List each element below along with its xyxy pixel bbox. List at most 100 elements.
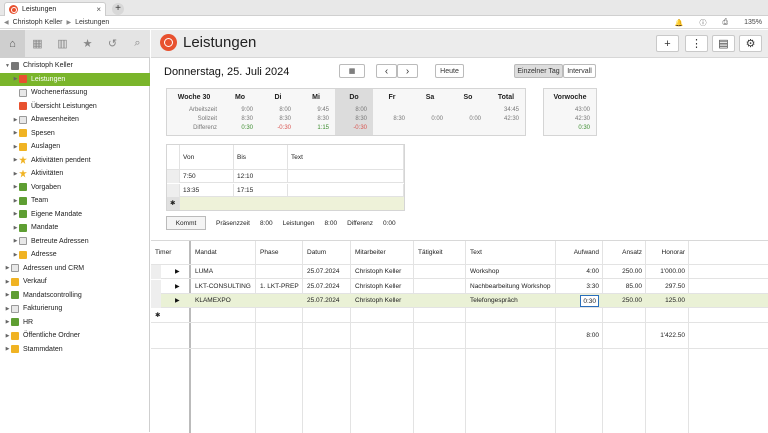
calendar-icon[interactable]: ▦ — [25, 30, 50, 58]
breadcrumb-item[interactable]: Christoph Keller — [13, 19, 63, 26]
expand-arrow-icon[interactable]: ▶ — [12, 144, 19, 150]
grid-header-cell[interactable]: Honorar — [662, 241, 685, 265]
time-cell[interactable]: 12:10 — [234, 170, 288, 183]
grid-header-cell[interactable]: Text — [470, 241, 482, 265]
play-timer-icon[interactable]: ▶ — [175, 294, 180, 308]
expand-arrow-icon[interactable]: ▶ — [4, 306, 11, 312]
tree-item[interactable]: ▶ Fakturierung — [0, 302, 150, 315]
time-cell[interactable] — [288, 183, 404, 197]
row-selector[interactable] — [167, 183, 180, 197]
expand-arrow-icon[interactable]: ▶ — [12, 171, 19, 177]
tree-item[interactable]: ▶ Verkauf — [0, 275, 150, 288]
info-icon[interactable]: ⓘ — [699, 18, 706, 28]
bell-icon[interactable]: 🔔 — [675, 19, 684, 27]
expand-arrow-icon[interactable]: ▶ — [4, 292, 11, 298]
grid-header-cell[interactable]: Mandat — [195, 241, 217, 265]
grid-cell-mitarbeiter[interactable]: Christoph Keller — [355, 280, 401, 294]
row-selector[interactable] — [151, 279, 161, 294]
close-tab-icon[interactable]: × — [96, 5, 101, 14]
grid-cell-honorar[interactable]: 297.50 — [665, 280, 685, 294]
grid-cell-text[interactable]: Workshop — [470, 265, 499, 279]
new-tab-button[interactable]: + — [112, 3, 124, 15]
expand-arrow-icon[interactable]: ▶ — [12, 184, 19, 190]
tree-item[interactable]: ▶ Team — [0, 194, 150, 207]
breadcrumb-item[interactable]: Leistungen — [75, 19, 109, 26]
row-selector[interactable] — [151, 265, 161, 279]
tree-item[interactable]: ▶ Abwesenheiten — [0, 113, 150, 126]
expand-arrow-icon[interactable]: ▶ — [12, 76, 19, 82]
history-icon[interactable]: ↺ — [100, 30, 125, 58]
tree-item[interactable]: Übersicht Leistungen — [0, 100, 150, 113]
print-icon[interactable]: ⎙ — [722, 19, 728, 27]
time-cell[interactable]: 13:35 — [180, 183, 234, 197]
kommt-button[interactable]: Kommt — [166, 216, 206, 230]
grid-cell-mandat[interactable]: LKT-CONSULTING — [195, 280, 251, 294]
grid-cell-ansatz[interactable]: 250.00 — [622, 294, 642, 308]
expand-arrow-icon[interactable]: ▶ — [12, 157, 19, 163]
grid-cell-text[interactable]: Telefongespräch — [470, 294, 518, 308]
grid-cell-text[interactable]: Nachbearbeitung Workshop — [470, 280, 550, 294]
tree-item[interactable]: ▶ Öffentliche Ordner — [0, 329, 150, 342]
interval-toggle[interactable]: Intervall — [563, 64, 596, 78]
chart-icon[interactable]: ▥ — [50, 30, 75, 58]
grid-cell-mitarbeiter[interactable]: Christoph Keller — [355, 265, 401, 279]
expand-arrow-icon[interactable]: ▶ — [4, 333, 11, 339]
grid-row[interactable]: ▶ LKT-CONSULTING 1. LKT-PREP 25.07.2024 Chri… — [151, 279, 768, 294]
time-cell[interactable]: 7:50 — [180, 170, 234, 183]
grid-cell-phase[interactable]: 1. LKT-PREP — [260, 280, 299, 294]
time-entry-row[interactable]: 7:50 12:10 — [167, 170, 404, 183]
grid-cell-mandat[interactable]: KLAMEXPO — [195, 294, 231, 308]
tree-item[interactable]: ▶ Auslagen — [0, 140, 150, 153]
star-icon[interactable]: ★ — [75, 30, 100, 58]
play-timer-icon[interactable]: ▶ — [175, 280, 180, 294]
tree-item[interactable]: ▶ Spesen — [0, 127, 150, 140]
expand-arrow-icon[interactable]: ▶ — [12, 238, 19, 244]
grid-cell-datum[interactable]: 25.07.2024 — [307, 280, 340, 294]
grid-cell-aufwand[interactable]: 4:00 — [586, 265, 599, 279]
expand-arrow-icon[interactable]: ▶ — [12, 211, 19, 217]
new-time-row[interactable]: ✱ — [167, 197, 404, 210]
grid-cell-honorar[interactable]: 1'000.00 — [660, 265, 685, 279]
grid-cell-datum[interactable]: 25.07.2024 — [307, 265, 340, 279]
grid-row[interactable]: ▶ LUMA 25.07.2024 Christoph Keller Workshop 4… — [151, 265, 768, 279]
settings-button[interactable]: ⚙ — [739, 35, 762, 52]
expand-arrow-icon[interactable]: ▶ — [12, 130, 19, 136]
time-cell[interactable] — [288, 170, 404, 183]
home-icon[interactable]: ⌂ — [0, 29, 25, 58]
grid-header-cell[interactable]: Phase — [260, 241, 278, 265]
grid-cell-ansatz[interactable]: 250.00 — [622, 265, 642, 279]
row-selector[interactable] — [167, 170, 180, 183]
tree-item[interactable]: Wochenerfassung — [0, 86, 150, 99]
tree-item[interactable]: ▶ HR — [0, 316, 150, 329]
grid-header-cell[interactable]: Ansatz — [622, 241, 642, 265]
more-menu-button[interactable]: ⋮ — [685, 35, 708, 52]
grid-cell-datum[interactable]: 25.07.2024 — [307, 294, 340, 308]
tree-item[interactable]: ▶ Stammdaten — [0, 343, 150, 356]
grid-header-cell[interactable]: Datum — [307, 241, 326, 265]
expand-arrow-icon[interactable]: ▶ — [12, 117, 19, 123]
tree-item[interactable]: ▶ Leistungen — [0, 72, 150, 86]
expand-arrow-icon[interactable]: ▶ — [4, 346, 11, 352]
report-button[interactable]: ▤ — [712, 35, 735, 52]
time-cell[interactable]: 17:15 — [234, 183, 288, 197]
calendar-picker-button[interactable]: ▦ — [339, 64, 365, 78]
tree-item[interactable]: ▶ Eigene Mandate — [0, 208, 150, 221]
tree-item[interactable]: ▶ Vorgaben — [0, 181, 150, 194]
grid-cell-aufwand[interactable]: 3:30 — [586, 280, 599, 294]
expand-arrow-icon[interactable]: ▶ — [4, 319, 11, 325]
expand-arrow-icon[interactable]: ▶ — [12, 225, 19, 231]
next-day-button[interactable]: › — [397, 64, 418, 78]
grid-cell-ansatz[interactable]: 85.00 — [626, 280, 642, 294]
grid-cell-honorar[interactable]: 125.00 — [665, 294, 685, 308]
row-selector[interactable] — [151, 294, 161, 308]
search-icon[interactable]: ⌕ — [125, 30, 150, 58]
new-grid-row[interactable]: ✱ — [151, 309, 768, 323]
expand-arrow-icon[interactable]: ▶ — [12, 252, 19, 258]
tree-item[interactable]: ▶ Mandate — [0, 221, 150, 234]
single-day-toggle[interactable]: Einzelner Tag — [514, 64, 563, 78]
browser-tab[interactable]: Leistungen × — [4, 2, 106, 16]
tree-item[interactable]: ▶ Aktivitäten — [0, 167, 150, 180]
grid-header-cell[interactable]: Tätigkeit — [418, 241, 443, 265]
expand-arrow-icon[interactable]: ▶ — [4, 279, 11, 285]
play-timer-icon[interactable]: ▶ — [175, 265, 180, 279]
